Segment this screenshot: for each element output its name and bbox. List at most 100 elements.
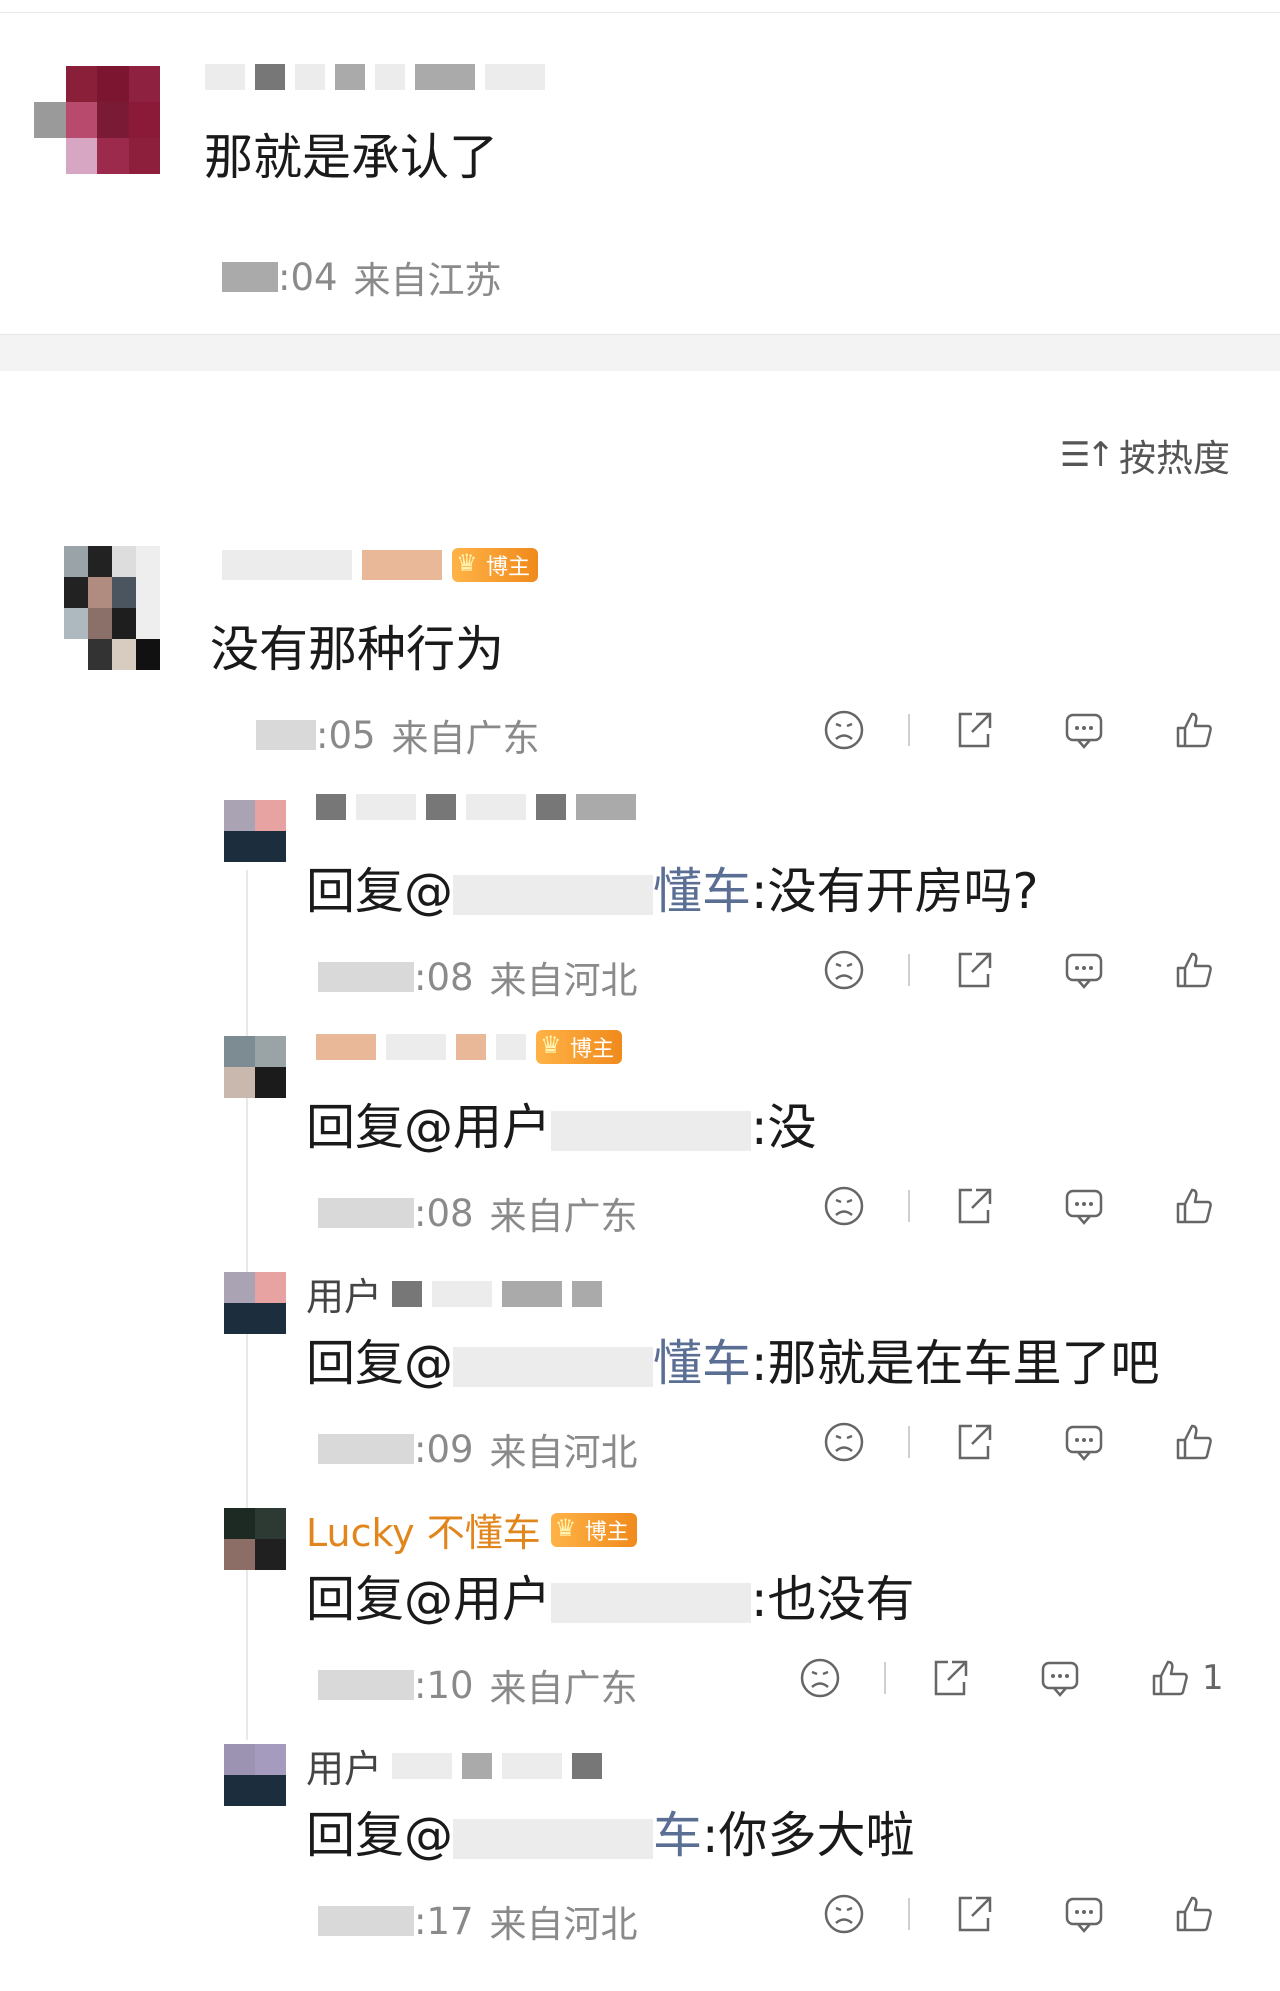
reply-body: :那就是在车里了吧	[751, 1335, 1160, 1392]
blogger-badge: ♛ 博主	[550, 1512, 637, 1547]
comment-icon[interactable]	[1060, 706, 1108, 754]
reply-location: 来自广东	[489, 1667, 638, 1710]
crown-icon: ♛	[540, 1031, 562, 1059]
reply-time: :08	[414, 1191, 474, 1235]
avatar[interactable]	[64, 546, 160, 670]
thumbs-up-icon[interactable]	[1170, 706, 1218, 754]
reply-mention[interactable]: 懂车	[653, 1335, 751, 1392]
reply-meta: :08 来自广东	[318, 1186, 638, 1240]
divider	[908, 954, 910, 986]
share-icon[interactable]	[950, 946, 998, 994]
avatar[interactable]	[224, 800, 286, 862]
frown-icon[interactable]	[820, 1182, 868, 1230]
avatar[interactable]	[224, 1508, 286, 1570]
reply-location: 来自河北	[489, 1903, 638, 1946]
reply-author[interactable]: ♛ 博主	[306, 1030, 623, 1064]
sort-icon: ☰↑	[1060, 435, 1115, 475]
blogger-badge: ♛ 博主	[536, 1030, 623, 1064]
comment-icon[interactable]	[1060, 946, 1108, 994]
reply-body: :没	[751, 1099, 817, 1156]
thumbs-up-icon[interactable]	[1170, 1418, 1218, 1466]
reply-prefix: 回复@	[306, 863, 454, 920]
post-time: :04	[278, 255, 338, 299]
thumbs-up-icon[interactable]	[1146, 1654, 1194, 1702]
share-icon[interactable]	[950, 1890, 998, 1938]
username-blurred[interactable]	[205, 64, 545, 90]
reply-author-name: Lucky 不懂车	[306, 1511, 541, 1555]
comment-time: :05	[316, 713, 376, 757]
crown-icon: ♛	[456, 549, 478, 577]
reply-location: 来自河北	[489, 959, 638, 1002]
reply-text: 回复@ 懂车:那就是在车里了吧	[306, 1324, 1160, 1395]
reply-mention[interactable]: 车	[653, 1807, 702, 1864]
reply-meta: :17 来自河北	[318, 1894, 638, 1948]
reply-text: 回复@用户:也没有	[306, 1560, 915, 1631]
comment-icon[interactable]	[1036, 1654, 1084, 1702]
divider	[908, 1190, 910, 1222]
blogger-badge: ♛ 博主	[452, 548, 539, 582]
reply-location: 来自广东	[489, 1195, 638, 1238]
reply-author[interactable]: 用户	[306, 1738, 603, 1793]
frown-icon[interactable]	[820, 1418, 868, 1466]
sort-toggle[interactable]: ☰↑ 按热度	[1060, 428, 1230, 482]
reply-meta: :09 来自河北	[318, 1422, 638, 1476]
reply-actions	[820, 946, 1218, 994]
reply-location: 来自河北	[489, 1431, 638, 1474]
reply-time: :10	[414, 1663, 474, 1707]
comment-text: 没有那种行为	[210, 621, 505, 678]
share-icon[interactable]	[950, 1418, 998, 1466]
reply-actions: 1	[796, 1654, 1224, 1702]
reply-author[interactable]: 用户	[306, 1266, 603, 1321]
reply-author[interactable]: Lucky 不懂车 ♛ 博主	[306, 1502, 637, 1557]
avatar[interactable]	[34, 66, 160, 174]
reply-actions	[820, 1182, 1218, 1230]
section-separator	[0, 334, 1280, 371]
avatar[interactable]	[224, 1036, 286, 1098]
reply-prefix: 回复@	[306, 1807, 454, 1864]
thumbs-up-icon[interactable]	[1170, 946, 1218, 994]
reply-text: 回复@用户 :没	[306, 1088, 817, 1159]
comment-location: 来自广东	[391, 717, 540, 760]
comment-author[interactable]: ♛ 博主	[222, 548, 539, 582]
comment-icon[interactable]	[1060, 1182, 1108, 1230]
thumbs-up-icon[interactable]	[1170, 1182, 1218, 1230]
crown-icon: ♛	[554, 1513, 577, 1542]
frown-icon[interactable]	[820, 706, 868, 754]
reply-meta: :08 来自河北	[318, 950, 638, 1004]
avatar[interactable]	[224, 1272, 286, 1334]
reply-author[interactable]	[306, 794, 636, 820]
reply-time: :17	[414, 1899, 474, 1943]
reply-prefix: 回复@用户	[306, 1571, 552, 1628]
post-meta: :04 来自江苏	[222, 250, 502, 304]
reply-author-name: 用户	[306, 1275, 383, 1319]
frown-icon[interactable]	[820, 1890, 868, 1938]
reply-actions	[820, 1418, 1218, 1466]
reply-author-name: 用户	[306, 1747, 383, 1791]
reply-prefix: 回复@用户	[306, 1099, 552, 1156]
reply-text: 回复@ 车:你多大啦	[306, 1796, 915, 1867]
share-icon[interactable]	[950, 706, 998, 754]
thumbs-up-icon[interactable]	[1170, 1890, 1218, 1938]
reply-time: :08	[414, 955, 474, 999]
comment-icon[interactable]	[1060, 1418, 1108, 1466]
share-icon[interactable]	[926, 1654, 974, 1702]
frown-icon[interactable]	[820, 946, 868, 994]
reply-meta: :10 来自广东	[318, 1658, 638, 1712]
share-icon[interactable]	[950, 1182, 998, 1230]
frown-icon[interactable]	[796, 1654, 844, 1702]
reply-body: :没有开房吗?	[751, 863, 1039, 920]
reply-prefix: 回复@	[306, 1335, 454, 1392]
reply-actions	[820, 1890, 1218, 1938]
reply-body: :你多大啦	[702, 1807, 915, 1864]
reply-mention[interactable]: 懂车	[653, 863, 751, 920]
comment-actions	[820, 706, 1218, 754]
divider	[884, 1662, 886, 1694]
post-text: 那就是承认了	[204, 129, 499, 186]
avatar[interactable]	[224, 1744, 286, 1806]
divider	[908, 1898, 910, 1930]
post-location: 来自江苏	[353, 259, 502, 302]
original-post: 那就是承认了 :04 来自江苏	[0, 12, 1280, 332]
comment-icon[interactable]	[1060, 1890, 1108, 1938]
divider	[908, 1426, 910, 1458]
divider	[908, 714, 910, 746]
